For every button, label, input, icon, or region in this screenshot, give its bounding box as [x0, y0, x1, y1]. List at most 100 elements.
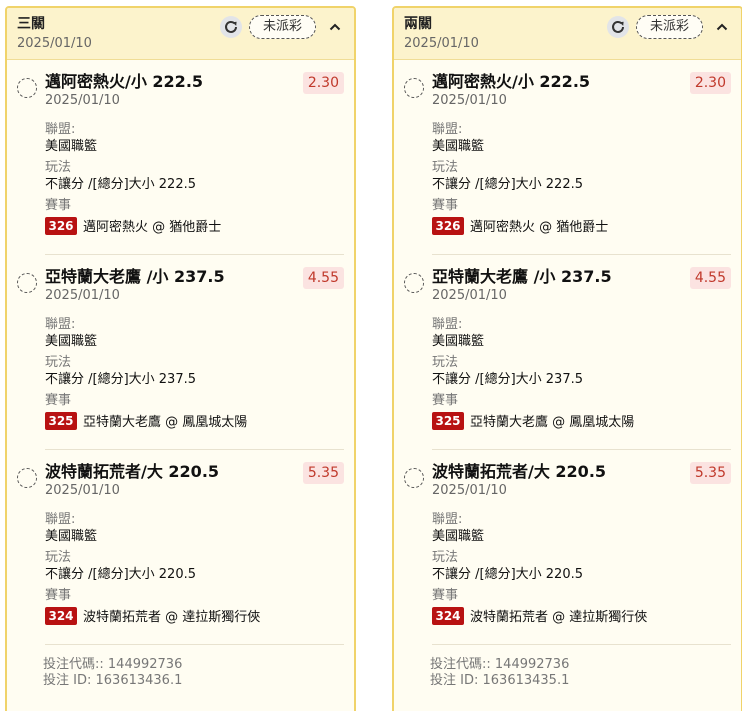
league-value: 美國職籃: [432, 529, 485, 544]
select-radio[interactable]: [17, 468, 37, 488]
market-label: 玩法: [45, 355, 72, 370]
market-value: 不讓分 /[總分]大小 222.5: [432, 177, 584, 192]
bet-code-line: 投注代碼:: 144992736: [43, 657, 354, 673]
event-name: 亞特蘭大老鷹 @ 鳳凰城太陽: [470, 415, 635, 430]
event-row: 325 亞特蘭大老鷹 @ 鳳凰城太陽: [432, 411, 731, 430]
status-badge: 未派彩: [635, 15, 703, 39]
league-value: 美國職籃: [432, 139, 485, 154]
bet-leg: 亞特蘭大老鷹 /小 237.5 2025/01/10 4.55 聯盟: 美國職籃…: [394, 255, 741, 450]
selection-date: 2025/01/10: [432, 288, 507, 303]
select-radio[interactable]: [404, 273, 424, 293]
league-value: 美國職籃: [432, 334, 485, 349]
bet-footer: 投注代碼:: 144992736 投注 ID: 163613435.1: [394, 645, 741, 689]
bet-leg: 邁阿密熱火/小 222.5 2025/01/10 2.30 聯盟: 美國職籃 玩…: [394, 60, 741, 255]
bet-id-value: 163613436.1: [95, 673, 183, 688]
bet-id-line: 投注 ID: 163613435.1: [430, 673, 741, 689]
market-label: 玩法: [432, 550, 459, 565]
bet-leg: 邁阿密熱火/小 222.5 2025/01/10 2.30 聯盟: 美國職籃 玩…: [7, 60, 354, 255]
header-controls: 未派彩: [606, 15, 731, 39]
league-label: 聯盟:: [45, 512, 76, 527]
market-label: 玩法: [45, 550, 72, 565]
market-label: 玩法: [432, 355, 459, 370]
bet-leg: 波特蘭拓荒者/大 220.5 2025/01/10 5.35 聯盟: 美國職籃 …: [394, 450, 741, 645]
selection-title: 亞特蘭大老鷹 /小 237.5: [45, 267, 225, 286]
event-label: 賽事: [432, 198, 459, 213]
market-value: 不讓分 /[總分]大小 220.5: [45, 567, 197, 582]
odds-badge: 2.30: [302, 72, 344, 94]
selection-date: 2025/01/10: [45, 288, 120, 303]
market-value: 不讓分 /[總分]大小 237.5: [432, 372, 584, 387]
league-label: 聯盟:: [45, 122, 76, 137]
select-radio[interactable]: [17, 273, 37, 293]
event-name: 波特蘭拓荒者 @ 達拉斯獨行俠: [470, 610, 648, 625]
event-row: 324 波特蘭拓荒者 @ 達拉斯獨行俠: [432, 606, 731, 625]
bet-code-value: 144992736: [107, 657, 183, 672]
bet-code-line: 投注代碼:: 144992736: [430, 657, 741, 673]
chevron-up-icon: [329, 23, 341, 31]
event-label: 賽事: [45, 588, 72, 603]
bet-id-label: 投注 ID:: [43, 673, 92, 688]
select-radio[interactable]: [404, 468, 424, 488]
bet-id-value: 163613435.1: [482, 673, 570, 688]
league-label: 聯盟:: [432, 317, 463, 332]
selection-title: 邁阿密熱火/小 222.5: [45, 72, 204, 91]
event-row: 326 邁阿密熱火 @ 猶他爵士: [432, 216, 731, 235]
league-value: 美國職籃: [45, 529, 98, 544]
status-badge: 未派彩: [248, 15, 316, 39]
league-label: 聯盟:: [432, 512, 463, 527]
bet-id-label: 投注 ID:: [430, 673, 479, 688]
market-value: 不讓分 /[總分]大小 237.5: [45, 372, 197, 387]
selection-date: 2025/01/10: [45, 483, 120, 498]
bet-id-line: 投注 ID: 163613436.1: [43, 673, 354, 689]
league-value: 美國職籃: [45, 334, 98, 349]
market-label: 玩法: [45, 160, 72, 175]
bet-code-value: 144992736: [494, 657, 570, 672]
event-id-badge: 326: [432, 216, 464, 235]
league-label: 聯盟:: [45, 317, 76, 332]
market-value: 不讓分 /[總分]大小 222.5: [45, 177, 197, 192]
event-name: 亞特蘭大老鷹 @ 鳳凰城太陽: [83, 415, 248, 430]
event-label: 賽事: [45, 393, 72, 408]
market-value: 不讓分 /[總分]大小 220.5: [432, 567, 584, 582]
league-label: 聯盟:: [432, 122, 463, 137]
odds-badge: 5.35: [302, 462, 344, 484]
selection-title: 波特蘭拓荒者/大 220.5: [432, 462, 607, 481]
event-row: 325 亞特蘭大老鷹 @ 鳳凰城太陽: [45, 411, 344, 430]
refresh-icon: [612, 20, 624, 33]
bet-code-label: 投注代碼::: [43, 657, 104, 672]
card-header: 兩關 2025/01/10 未派彩: [394, 8, 741, 60]
event-label: 賽事: [432, 588, 459, 603]
event-label: 賽事: [45, 198, 72, 213]
refresh-button[interactable]: [219, 16, 242, 38]
event-id-badge: 324: [45, 606, 77, 625]
selection-date: 2025/01/10: [432, 483, 507, 498]
bet-footer: 投注代碼:: 144992736 投注 ID: 163613436.1: [7, 645, 354, 689]
bet-code-label: 投注代碼::: [430, 657, 491, 672]
refresh-button[interactable]: [606, 16, 629, 38]
bet-card-parlay-2: 兩關 2025/01/10 未派彩 邁阿密熱火/小 222.5 2025/01/…: [392, 6, 742, 711]
odds-badge: 4.55: [689, 267, 731, 289]
event-name: 邁阿密熱火 @ 猶他爵士: [83, 220, 222, 235]
collapse-button[interactable]: [713, 18, 731, 36]
select-radio[interactable]: [17, 78, 37, 98]
divider: [432, 644, 731, 645]
selection-title: 邁阿密熱火/小 222.5: [432, 72, 591, 91]
event-name: 邁阿密熱火 @ 猶他爵士: [470, 220, 609, 235]
selection-title: 亞特蘭大老鷹 /小 237.5: [432, 267, 612, 286]
league-value: 美國職籃: [45, 139, 98, 154]
chevron-up-icon: [716, 23, 728, 31]
card-header: 三關 2025/01/10 未派彩: [7, 8, 354, 60]
refresh-icon: [225, 20, 237, 33]
event-id-badge: 324: [432, 606, 464, 625]
bet-card-parlay-3: 三關 2025/01/10 未派彩 邁阿密熱火/小 222.5 2025/01/…: [5, 6, 356, 711]
odds-badge: 5.35: [689, 462, 731, 484]
event-id-badge: 325: [432, 411, 464, 430]
event-name: 波特蘭拓荒者 @ 達拉斯獨行俠: [83, 610, 261, 625]
header-controls: 未派彩: [219, 15, 344, 39]
select-radio[interactable]: [404, 78, 424, 98]
selection-title: 波特蘭拓荒者/大 220.5: [45, 462, 220, 481]
event-label: 賽事: [432, 393, 459, 408]
selection-date: 2025/01/10: [432, 93, 507, 108]
collapse-button[interactable]: [326, 18, 344, 36]
market-label: 玩法: [432, 160, 459, 175]
